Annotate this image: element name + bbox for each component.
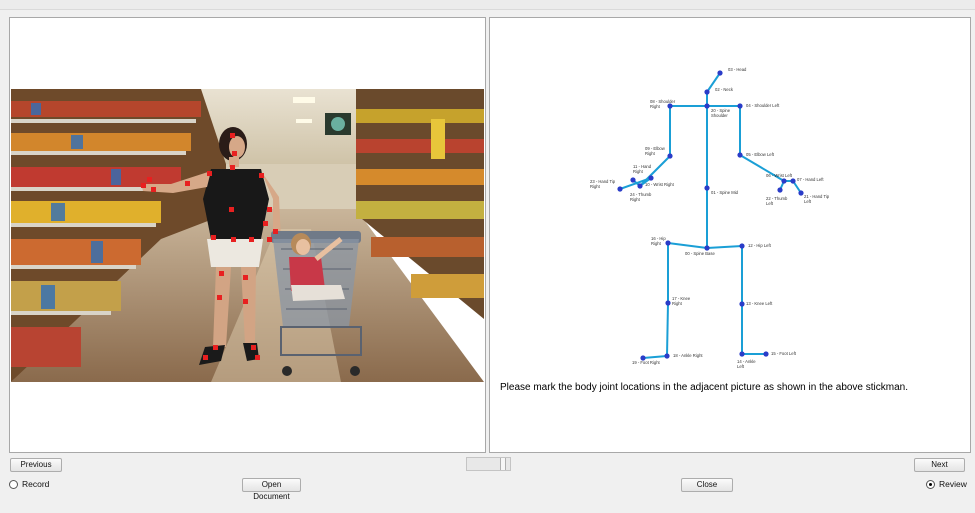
stickman-joint-label: 15 - Foot Left: [771, 351, 797, 356]
review-radio-indicator[interactable]: [926, 479, 935, 489]
stickman-joint: [790, 178, 796, 184]
stickman-joint-label: 14 - Ankle Left: [737, 359, 756, 369]
instruction-text: Please mark the body joint locations in …: [500, 382, 909, 393]
stickman-joint: [664, 353, 670, 359]
store-photo-illustration: [11, 89, 484, 382]
stickman-joint: [763, 351, 769, 357]
stickman-joint-label: 17 - Knee Right: [672, 296, 691, 306]
previous-button[interactable]: Previous: [10, 458, 62, 472]
stickman-bone: [706, 245, 743, 249]
stickman-joint: [630, 177, 636, 183]
window-titlebar: [0, 0, 975, 10]
stickman-joint-label: 03 - Head: [728, 67, 747, 72]
stickman-joint-label: 04 - Shoulder Left: [746, 103, 780, 108]
stickman-joint-label: 12 - Hip Left: [748, 243, 772, 248]
stickman-joint-label: 19 - Foot Right: [632, 360, 661, 365]
slider-thumb[interactable]: [500, 458, 506, 470]
stickman-joint: [637, 183, 643, 189]
stickman-bone: [666, 302, 669, 357]
record-label: Record: [22, 479, 50, 489]
close-button[interactable]: Close: [681, 478, 733, 492]
stickman-joint-label: 21 - Hand Tip Left: [804, 194, 830, 204]
stickman-joint: [704, 89, 710, 95]
reference-panel: 03 - Head 02 - Neck 08 - Shoulder Right 20 -…: [489, 17, 971, 453]
stickman-diagram: 03 - Head02 - Neck08 - Shoulder Right20 -…: [590, 67, 830, 369]
stickman-joint: [665, 300, 671, 306]
stickman-joint: [739, 243, 745, 249]
stickman-joint: [648, 175, 654, 181]
stickman-joint: [667, 153, 673, 159]
stickman-joint: [667, 103, 673, 109]
record-radio-indicator[interactable]: [9, 479, 18, 489]
stickman-joint-label: 05 - Elbow Left: [746, 152, 775, 157]
stickman-joint: [704, 185, 710, 191]
record-radio[interactable]: Record: [9, 479, 49, 489]
stickman-joint-label: 22 - Thumb Left: [766, 196, 788, 206]
stickman-joint-label: 06 - Wrist Left: [766, 173, 793, 178]
stickman-joint-label: 02 - Neck: [715, 87, 734, 92]
stickman-joint: [777, 187, 783, 193]
navigation-slider[interactable]: [466, 457, 511, 471]
stickman-joint: [739, 301, 745, 307]
annotated-photo[interactable]: [11, 89, 484, 382]
stickman-joint: [704, 245, 710, 251]
image-panel: [9, 17, 486, 453]
stickman-joint-label: 13 - Knee Left: [746, 301, 773, 306]
review-label: Review: [939, 479, 967, 489]
stickman-joint: [737, 103, 743, 109]
stickman-joint: [798, 190, 804, 196]
stickman-joint-label: 24 - Thumb Right: [630, 192, 652, 202]
review-radio[interactable]: Review: [926, 479, 967, 489]
stickman-joint: [704, 103, 710, 109]
stickman-joint-label: 09 - Elbow Right: [645, 146, 666, 156]
stickman-bone: [667, 242, 708, 249]
stickman-joint-label: 23 - Hand Tip Right: [590, 179, 616, 189]
stickman-joint: [617, 186, 623, 192]
stickman-joint: [739, 351, 745, 357]
stickman-joint: [717, 70, 723, 76]
stickman-joint-label: 07 - Hand Left: [797, 177, 824, 182]
stickman-joint-label: 16 - Hip Right: [651, 236, 666, 246]
next-button[interactable]: Next: [914, 458, 965, 472]
stickman-joint-label: 01 - Spine Mid: [711, 190, 739, 195]
stickman-joint-label: 20 - Spine Shoulder: [711, 108, 731, 118]
stickman-joint: [781, 178, 787, 184]
stickman-joint-label: 00 - Spine Base: [685, 251, 715, 256]
open-document-button[interactable]: Open Document: [242, 478, 301, 501]
stickman-joint: [737, 152, 743, 158]
stickman-joint: [665, 240, 671, 246]
stickman-joint-label: 11 - Hand Right: [633, 164, 652, 174]
stickman-bone: [642, 355, 668, 359]
stickman-joint-label: 10 - Wrist Right: [645, 182, 675, 187]
stickman-joint-label: 18 - Ankle Right: [673, 353, 703, 358]
